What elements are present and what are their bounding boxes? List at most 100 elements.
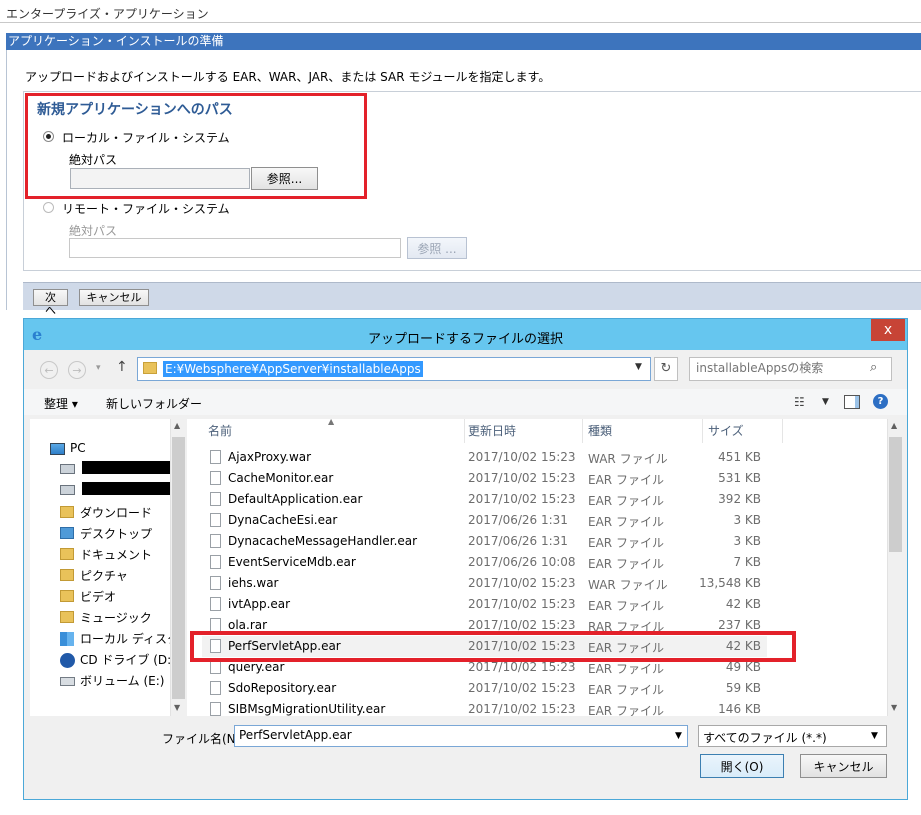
remote-radio[interactable] xyxy=(43,202,54,213)
file-date: 2017/06/26 1:31 xyxy=(468,513,568,527)
new-folder-button[interactable]: 新しいフォルダー xyxy=(106,395,202,412)
file-row[interactable]: iehs.war 2017/10/02 15:23 WAR ファイル 13,548 K… xyxy=(202,573,767,594)
remote-browse-button[interactable]: 参照 ... xyxy=(407,237,467,259)
column-header-size[interactable]: サイズ xyxy=(708,422,744,439)
file-name: SIBMsgMigrationUtility.ear xyxy=(228,702,386,716)
documents-folder-icon xyxy=(60,548,74,560)
tree-scrollbar[interactable]: ▲ ▼ xyxy=(170,419,187,716)
folder-icon xyxy=(143,362,157,374)
file-type: EAR ファイル xyxy=(588,599,664,613)
address-text[interactable]: E:¥Websphere¥AppServer¥installableApps xyxy=(163,361,423,377)
tree-item-documents[interactable]: ドキュメント xyxy=(80,546,152,563)
chevron-down-icon[interactable]: ▼ xyxy=(822,397,829,407)
file-date: 2017/10/02 15:23 xyxy=(468,618,576,632)
chevron-down-icon[interactable]: ▼ xyxy=(871,731,878,741)
file-row[interactable]: DynacacheMessageHandler.ear 2017/06/26 1:… xyxy=(202,531,767,552)
column-separator xyxy=(702,419,703,443)
tree-item-volume-e[interactable]: ボリューム (E:) xyxy=(80,672,164,689)
file-row[interactable]: DynaCacheEsi.ear 2017/06/26 1:31 EAR ファイル 3… xyxy=(202,510,767,531)
chevron-down-icon[interactable]: ▼ xyxy=(635,362,642,372)
file-size: 49 KB xyxy=(725,660,761,674)
file-name: AjaxProxy.war xyxy=(228,450,312,464)
recent-locations-icon[interactable]: ▾ xyxy=(96,363,101,373)
scroll-down-icon[interactable]: ▼ xyxy=(891,703,897,712)
column-separator xyxy=(464,419,465,443)
sort-ascending-icon: ▲ xyxy=(328,419,335,426)
scroll-thumb[interactable] xyxy=(172,437,185,699)
file-row[interactable]: CacheMonitor.ear 2017/10/02 15:23 EAR ファイル… xyxy=(202,468,767,489)
file-type: EAR ファイル xyxy=(588,515,664,529)
scroll-down-icon[interactable]: ▼ xyxy=(174,703,180,712)
file-type: EAR ファイル xyxy=(588,704,664,716)
search-box[interactable]: ⌕ xyxy=(689,357,892,381)
remote-path-input[interactable] xyxy=(69,238,401,258)
file-name: ivtApp.ear xyxy=(228,597,291,611)
file-icon xyxy=(210,513,221,527)
scroll-up-icon[interactable]: ▲ xyxy=(174,421,180,430)
file-row[interactable]: EventServiceMdb.ear 2017/06/26 10:08 EAR フ… xyxy=(202,552,767,573)
file-icon xyxy=(210,471,221,485)
file-date: 2017/10/02 15:23 xyxy=(468,471,576,485)
panel-title: アプリケーション・インストールの準備 xyxy=(6,33,921,50)
file-type: EAR ファイル xyxy=(588,662,664,676)
column-header-type[interactable]: 種類 xyxy=(588,422,612,439)
file-type-value: すべてのファイル (*.*) xyxy=(703,731,827,745)
preview-pane-icon[interactable] xyxy=(844,395,860,409)
file-row[interactable]: SIBMsgMigrationUtility.ear 2017/10/02 15:… xyxy=(202,699,767,716)
scroll-up-icon[interactable]: ▲ xyxy=(891,421,897,430)
search-input[interactable] xyxy=(696,361,866,375)
column-header-date[interactable]: 更新日時 xyxy=(468,422,516,439)
search-icon[interactable]: ⌕ xyxy=(870,360,877,375)
help-icon[interactable]: ? xyxy=(873,394,888,409)
back-icon[interactable]: ← xyxy=(40,361,58,379)
address-bar[interactable]: E:¥Websphere¥AppServer¥installableApps ▼ xyxy=(137,357,651,381)
file-type: WAR ファイル xyxy=(588,578,668,592)
file-name: query.ear xyxy=(228,660,285,674)
file-row[interactable]: DefaultApplication.ear 2017/10/02 15:23 EA… xyxy=(202,489,767,510)
file-size: 531 KB xyxy=(718,471,761,485)
file-icon xyxy=(210,618,221,632)
file-type: EAR ファイル xyxy=(588,536,664,550)
filename-input[interactable] xyxy=(239,728,659,742)
file-date: 2017/10/02 15:23 xyxy=(468,702,576,716)
file-icon xyxy=(210,450,221,464)
close-button[interactable]: x xyxy=(871,319,905,341)
file-date: 2017/10/02 15:23 xyxy=(468,450,576,464)
tree-item-pictures[interactable]: ピクチャ xyxy=(80,567,128,584)
chevron-down-icon[interactable]: ▼ xyxy=(675,731,682,741)
file-type: EAR ファイル xyxy=(588,494,664,508)
file-date: 2017/10/02 15:23 xyxy=(468,597,576,611)
filename-field[interactable]: ▼ xyxy=(234,725,688,747)
file-icon xyxy=(210,660,221,674)
cd-drive-icon xyxy=(60,653,75,668)
tree-item-cd-drive[interactable]: CD ドライブ (D:) : xyxy=(80,651,184,668)
refresh-icon[interactable]: ↻ xyxy=(654,357,678,381)
pc-icon xyxy=(50,443,65,455)
dialog-cancel-button[interactable]: キャンセル xyxy=(800,754,887,778)
navigation-tree: PC ダウンロード デスクトップ ドキュメント ピクチャ ビデオ ミュージック … xyxy=(30,419,188,716)
tree-item-videos[interactable]: ビデオ xyxy=(80,588,116,605)
file-type-select[interactable]: すべてのファイル (*.*) ▼ xyxy=(698,725,887,747)
file-date: 2017/06/26 10:08 xyxy=(468,555,576,569)
view-options-icon[interactable]: ☷ xyxy=(794,395,805,409)
up-arrow-icon[interactable]: ↑ xyxy=(116,359,128,375)
file-row[interactable]: AjaxProxy.war 2017/10/02 15:23 WAR ファイル 451… xyxy=(202,447,767,468)
file-date: 2017/10/02 15:23 xyxy=(468,660,576,674)
next-button[interactable]: 次へ xyxy=(33,289,68,317)
file-list-scrollbar[interactable]: ▲ ▼ xyxy=(887,419,904,716)
tree-item-desktop[interactable]: デスクトップ xyxy=(80,525,152,542)
filename-label: ファイル名(N): xyxy=(162,732,245,746)
tree-item-downloads[interactable]: ダウンロード xyxy=(80,504,152,521)
file-row[interactable]: ivtApp.ear 2017/10/02 15:23 EAR ファイル 42 KB xyxy=(202,594,767,615)
organize-button[interactable]: 整理 ▾ xyxy=(44,395,78,412)
file-size: 237 KB xyxy=(718,618,761,632)
forward-icon[interactable]: → xyxy=(68,361,86,379)
tree-item-pc[interactable]: PC xyxy=(70,441,86,455)
open-button[interactable]: 開く(O) xyxy=(700,754,784,778)
tree-item-music[interactable]: ミュージック xyxy=(80,609,152,626)
file-row[interactable]: SdoRepository.ear 2017/10/02 15:23 EAR ファイ… xyxy=(202,678,767,699)
scroll-thumb[interactable] xyxy=(889,437,902,552)
column-header-name[interactable]: 名前 xyxy=(208,422,232,439)
console-cancel-button[interactable]: キャンセル xyxy=(79,289,149,306)
file-size: 451 KB xyxy=(718,450,761,464)
